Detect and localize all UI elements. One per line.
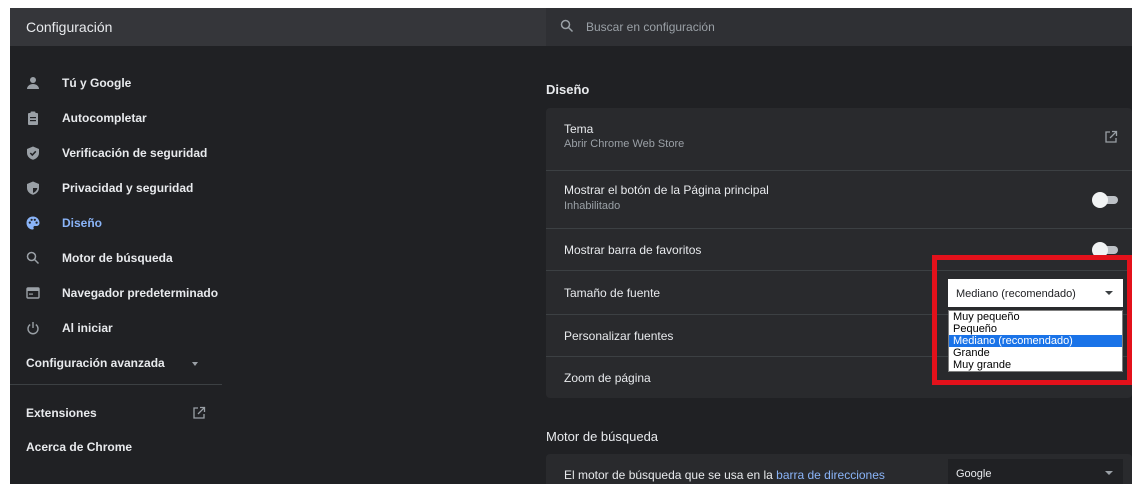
font-size-option[interactable]: Grande (949, 347, 1122, 359)
sidebar-item-label: Autocompletar (62, 111, 147, 125)
search-icon (560, 19, 574, 33)
search-input[interactable]: Buscar en configuración (586, 20, 715, 34)
font-size-option[interactable]: Muy pequeño (949, 311, 1122, 323)
extensions-link[interactable]: Extensiones (26, 406, 97, 420)
settings-window: Configuración Buscar en configuración Tú… (10, 8, 1132, 484)
search-engine-description: El motor de búsqueda que se usa en la ba… (564, 468, 885, 482)
home-button-row[interactable]: Mostrar el botón de la Página principal … (546, 170, 1132, 228)
theme-row[interactable]: Tema Abrir Chrome Web Store (546, 108, 1132, 170)
home-button-status: Inhabilitado (564, 200, 621, 212)
chevron-down-icon (192, 362, 198, 366)
shield-icon (27, 146, 39, 160)
font-size-option[interactable]: Pequeño (949, 323, 1122, 335)
theme-title: Tema (564, 122, 594, 136)
privacy-shield-icon (27, 181, 39, 195)
sidebar-item-search-engine[interactable]: Motor de búsqueda (10, 243, 222, 273)
advanced-settings-label: Configuración avanzada (26, 356, 165, 370)
open-in-new-icon[interactable] (1104, 130, 1118, 144)
person-icon (27, 77, 39, 89)
search-engine-text: El motor de búsqueda que se usa en la (564, 468, 777, 482)
chevron-down-icon (1105, 291, 1113, 295)
sidebar-item-label: Tú y Google (62, 76, 132, 90)
power-icon (27, 322, 39, 335)
sidebar-item-default-browser[interactable]: Navegador predeterminado (10, 278, 222, 308)
toggle-knob (1092, 192, 1108, 208)
top-bar: Configuración Buscar en configuración (10, 8, 1132, 46)
search-engine-select[interactable]: Google (948, 459, 1123, 484)
font-size-value: Mediano (recomendado) (956, 288, 1076, 300)
chevron-down-icon (1105, 471, 1113, 475)
customize-fonts-title: Personalizar fuentes (564, 329, 674, 343)
main-content: Diseño Tema Abrir Chrome Web Store Mostr… (546, 46, 1132, 484)
sidebar-item-safety-check[interactable]: Verificación de seguridad (10, 138, 222, 168)
sidebar-divider (10, 384, 222, 385)
search-engine-value: Google (956, 468, 992, 480)
address-bar-link[interactable]: barra de direcciones (776, 468, 885, 482)
font-size-select[interactable]: Mediano (recomendado) (948, 279, 1123, 307)
theme-subtitle: Abrir Chrome Web Store (564, 138, 685, 150)
page-title: Configuración (26, 19, 113, 35)
bookmarks-bar-row[interactable]: Mostrar barra de favoritos (546, 228, 1132, 270)
sidebar-item-label: Navegador predeterminado (62, 286, 219, 300)
sidebar-item-label: Al iniciar (62, 321, 113, 335)
font-size-option[interactable]: Muy grande (949, 359, 1122, 371)
sidebar-item-on-startup[interactable]: Al iniciar (10, 313, 222, 343)
sidebar: Tú y Google Autocompletar Verificación d… (10, 46, 222, 484)
search-box[interactable]: Buscar en configuración (546, 8, 1132, 46)
about-chrome-link[interactable]: Acerca de Chrome (26, 440, 132, 454)
sidebar-item-appearance[interactable]: Diseño (10, 208, 222, 238)
browser-icon (26, 287, 40, 299)
clipboard-icon (28, 111, 38, 125)
sidebar-item-label: Verificación de seguridad (62, 146, 208, 160)
sidebar-item-label: Diseño (62, 216, 103, 230)
home-button-title: Mostrar el botón de la Página principal (564, 183, 769, 197)
search-icon (26, 251, 40, 265)
font-size-dropdown: Muy pequeño Pequeño Mediano (recomendado… (948, 310, 1123, 372)
font-size-option-selected[interactable]: Mediano (recomendado) (949, 335, 1122, 347)
font-size-title: Tamaño de fuente (564, 286, 661, 300)
home-button-toggle[interactable] (1092, 192, 1120, 208)
sidebar-item-label: Motor de búsqueda (62, 251, 173, 265)
section-title-search-engine: Motor de búsqueda (546, 429, 659, 444)
open-in-new-icon[interactable] (192, 406, 206, 420)
palette-icon (26, 216, 40, 230)
advanced-settings-toggle[interactable]: Configuración avanzada (26, 356, 165, 370)
sidebar-item-you-and-google[interactable]: Tú y Google (10, 68, 222, 98)
sidebar-item-privacy[interactable]: Privacidad y seguridad (10, 173, 222, 203)
page-zoom-title: Zoom de página (564, 371, 651, 385)
section-title-appearance: Diseño (546, 82, 590, 97)
bookmarks-bar-toggle[interactable] (1092, 242, 1120, 258)
sidebar-item-label: Privacidad y seguridad (62, 181, 194, 195)
sidebar-item-autofill[interactable]: Autocompletar (10, 103, 222, 133)
about-chrome-label: Acerca de Chrome (26, 440, 133, 454)
toggle-knob (1092, 242, 1108, 258)
bookmarks-bar-title: Mostrar barra de favoritos (564, 243, 702, 257)
extensions-label: Extensiones (26, 406, 97, 420)
